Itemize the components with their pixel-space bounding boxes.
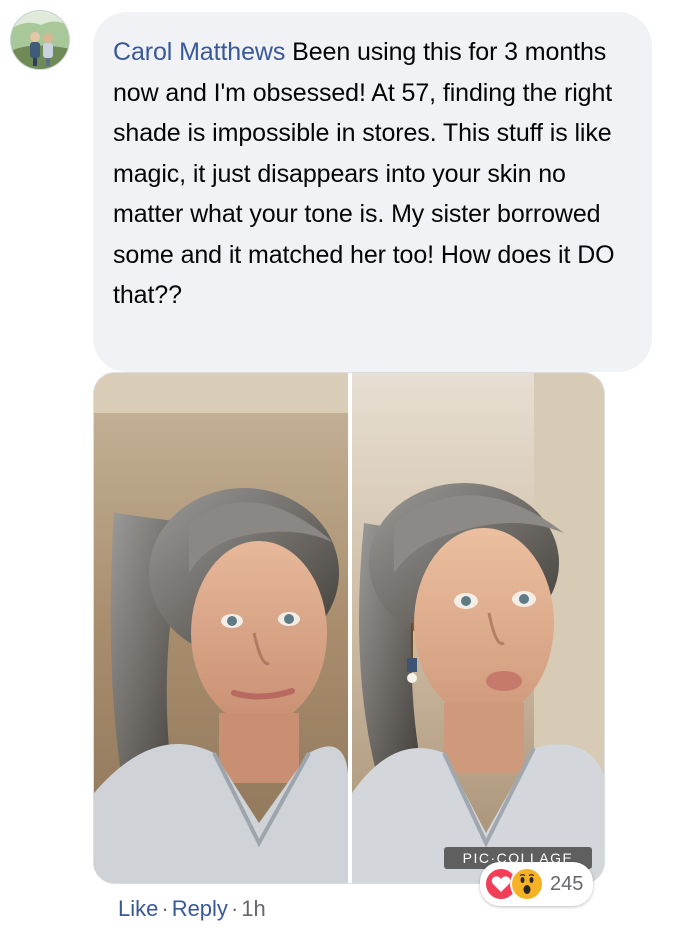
separator: · [161,896,169,921]
comment-bubble: Carol Matthews Been using this for 3 mon… [93,12,652,372]
comment-body: Carol Matthews Been using this for 3 mon… [113,32,632,316]
comment-container: Carol Matthews Been using this for 3 mon… [0,0,681,932]
like-button[interactable]: Like [118,896,158,921]
comment-timestamp[interactable]: 1h [241,896,265,921]
comment-actions: Like · Reply · 1h [118,896,266,922]
comment-author-link[interactable]: Carol Matthews [113,38,285,66]
comment-text: Been using this for 3 months now and I'm… [113,38,615,309]
reply-button[interactable]: Reply [172,896,228,921]
reaction-count: 245 [550,872,584,895]
comment-attachment-photo[interactable]: PIC·COLLAGE [93,372,605,884]
reactions-summary[interactable]: 245 [480,862,594,906]
collage-left-panel [94,373,348,883]
collage-image: PIC·COLLAGE [94,373,604,883]
collage-right-panel: PIC·COLLAGE [352,373,604,883]
wow-icon [510,867,544,901]
avatar[interactable] [10,10,70,70]
separator: · [230,896,239,921]
avatar-photo [11,11,69,69]
